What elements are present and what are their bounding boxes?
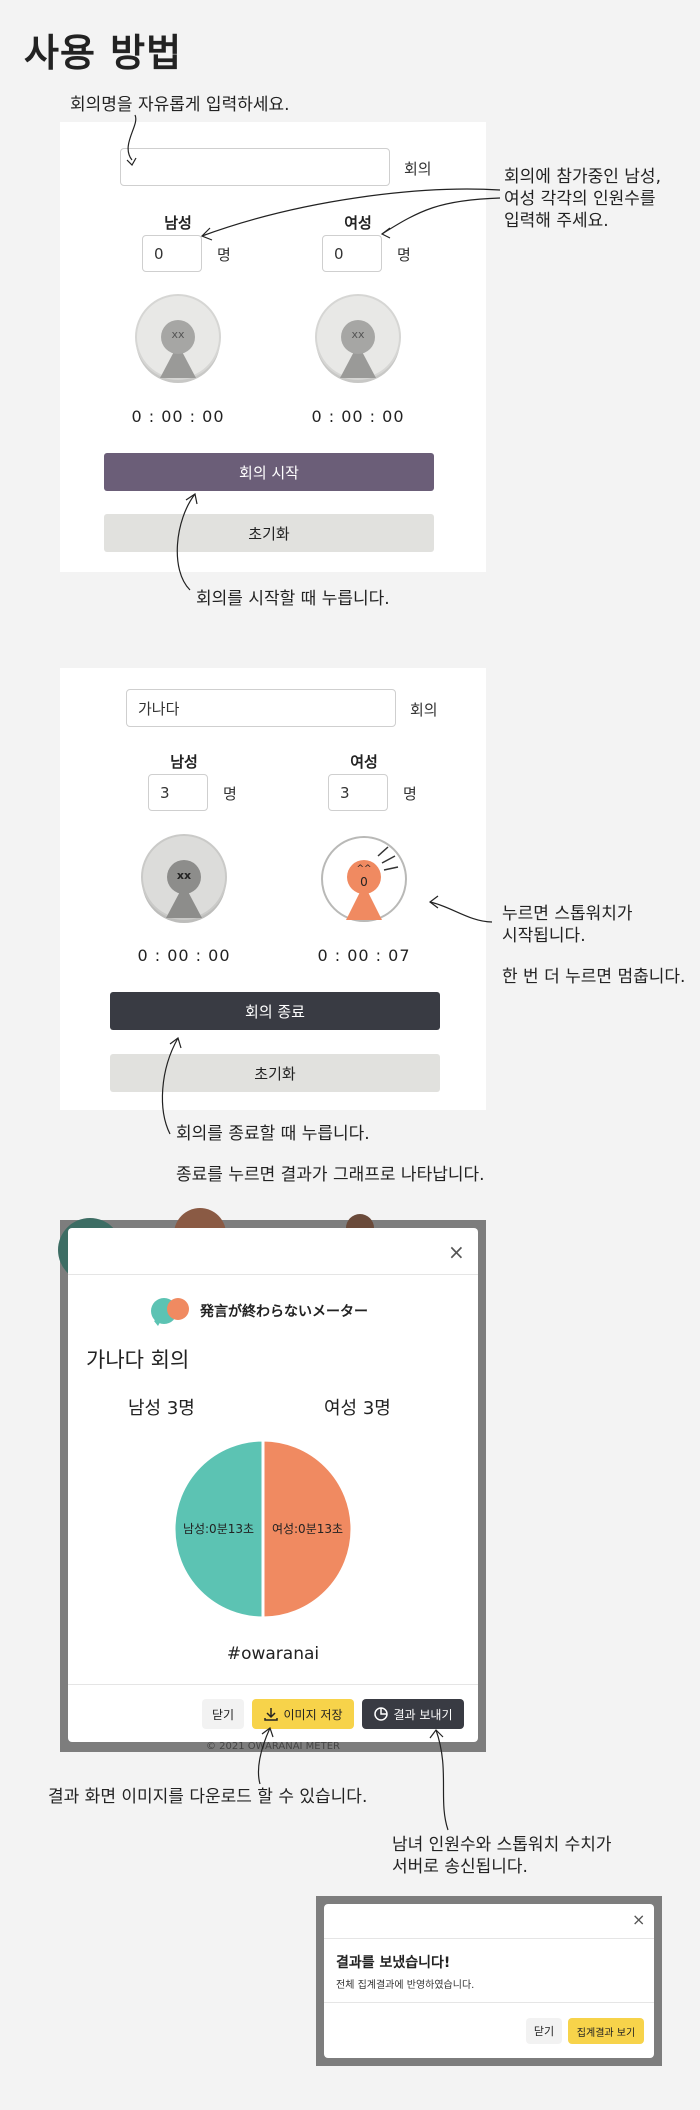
arrow-start — [176, 493, 196, 591]
arrow-female — [381, 197, 501, 235]
arrow-send — [435, 1729, 449, 1831]
arrow-male — [201, 188, 501, 237]
arrow-head — [429, 1729, 444, 1739]
arrow-stopwatch — [429, 901, 493, 923]
arrow-name-input — [127, 114, 137, 161]
arrow-download — [257, 1727, 271, 1785]
arrow-head — [380, 227, 391, 239]
annotation-arrows — [126, 114, 501, 1831]
arrow-end — [161, 1037, 179, 1135]
